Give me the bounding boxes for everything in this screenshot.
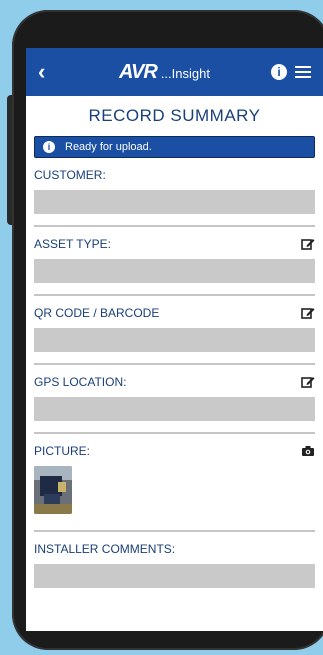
divider: [34, 530, 315, 532]
customer-section: CUSTOMER:: [26, 168, 323, 227]
brand: AVR ...Insight: [119, 61, 210, 84]
app-screen: ‹ AVR ...Insight i RECORD SUMMARY i Read…: [26, 48, 323, 631]
asset-type-label: ASSET TYPE:: [34, 237, 111, 251]
divider: [34, 294, 315, 296]
customer-label: CUSTOMER:: [34, 168, 106, 182]
info-icon[interactable]: i: [270, 64, 287, 80]
installer-comments-section: INSTALLER COMMENTS:: [26, 542, 323, 588]
gps-section: GPS LOCATION:: [26, 375, 323, 434]
back-button[interactable]: ‹: [38, 59, 58, 85]
qr-code-section: QR CODE / BARCODE: [26, 306, 323, 365]
hamburger-menu-icon[interactable]: [294, 66, 311, 78]
camera-icon[interactable]: [301, 444, 315, 458]
gps-field: [34, 397, 315, 421]
info-icon: i: [43, 141, 55, 153]
avr-logo: AVR: [119, 60, 158, 83]
top-bar: ‹ AVR ...Insight i: [26, 48, 323, 96]
edit-icon[interactable]: [301, 306, 315, 320]
divider: [34, 432, 315, 434]
gps-label: GPS LOCATION:: [34, 375, 127, 389]
asset-type-field: [34, 259, 315, 283]
installer-comments-label: INSTALLER COMMENTS:: [34, 542, 176, 556]
installer-comments-field: [34, 564, 315, 588]
divider: [34, 225, 315, 227]
picture-label: PICTURE:: [34, 444, 91, 458]
qr-code-label: QR CODE / BARCODE: [34, 306, 160, 320]
asset-type-section: ASSET TYPE:: [26, 237, 323, 296]
edit-icon[interactable]: [301, 375, 315, 389]
customer-field: [34, 190, 315, 214]
divider: [34, 363, 315, 365]
qr-code-field: [34, 328, 315, 352]
app-tagline: ...Insight: [160, 65, 210, 81]
header-actions: i: [270, 64, 311, 80]
picture-thumbnail[interactable]: [34, 466, 72, 514]
page-title: RECORD SUMMARY: [88, 106, 261, 125]
edit-icon[interactable]: [301, 237, 315, 251]
picture-section: PICTURE:: [26, 444, 323, 532]
status-banner: i Ready for upload.: [34, 136, 315, 158]
banner-text: Ready for upload.: [65, 141, 152, 153]
